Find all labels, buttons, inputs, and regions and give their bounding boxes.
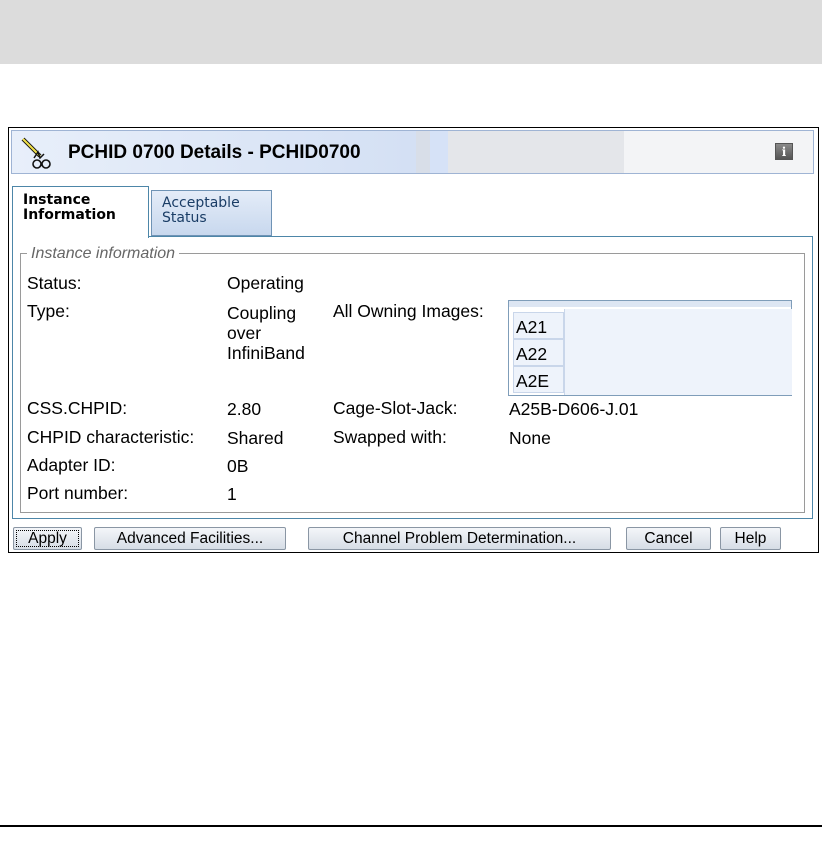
list-item[interactable]: A22 <box>513 339 564 366</box>
dialog-titlebar: PCHID 0700 Details - PCHID0700 i <box>11 130 814 174</box>
swapped-with-label: Swapped with: <box>333 427 447 447</box>
info-icon[interactable]: i <box>775 143 793 160</box>
help-button[interactable]: Help <box>720 527 781 550</box>
apply-button[interactable]: Apply <box>13 527 82 550</box>
list-item[interactable]: A21 <box>513 312 564 339</box>
cancel-button[interactable]: Cancel <box>626 527 711 550</box>
status-value: Operating <box>227 273 304 293</box>
tab-instance-information[interactable]: Instance Information <box>12 186 149 238</box>
swapped-with-value: None <box>509 428 551 448</box>
adapter-id-label: Adapter ID: <box>27 455 116 475</box>
group-legend: Instance information <box>27 245 180 263</box>
advanced-facilities-button[interactable]: Advanced Facilities... <box>94 527 286 550</box>
cage-slot-jack-label: Cage-Slot-Jack: <box>333 398 458 418</box>
adapter-id-value: 0B <box>227 456 249 476</box>
channel-cable-icon <box>21 137 51 169</box>
port-number-value: 1 <box>227 484 237 504</box>
top-gray-band <box>0 0 822 64</box>
dialog-title: PCHID 0700 Details - PCHID0700 <box>68 142 361 163</box>
owning-images-label: All Owning Images: <box>333 301 484 321</box>
bottom-divider <box>0 825 822 827</box>
type-label: Type: <box>27 301 70 321</box>
chpid-characteristic-value: Shared <box>227 428 284 448</box>
chpid-characteristic-label: CHPID characteristic: <box>27 427 195 447</box>
type-value: Coupling over InfiniBand <box>227 303 305 363</box>
tab-acceptable-status[interactable]: Acceptable Status <box>151 190 272 236</box>
list-item[interactable]: A2E <box>513 366 564 393</box>
port-number-label: Port number: <box>27 483 129 503</box>
cage-slot-jack-value: A25B-D606-J.01 <box>509 399 639 419</box>
status-label: Status: <box>27 273 82 293</box>
channel-problem-determination-button[interactable]: Channel Problem Determination... <box>308 527 611 550</box>
css-chpid-label: CSS.CHPID: <box>27 398 128 418</box>
pchid-details-dialog: PCHID 0700 Details - PCHID0700 i Instanc… <box>8 127 819 553</box>
css-chpid-value: 2.80 <box>227 399 262 419</box>
owning-images-list[interactable]: A21 A22 A2E <box>508 300 792 396</box>
